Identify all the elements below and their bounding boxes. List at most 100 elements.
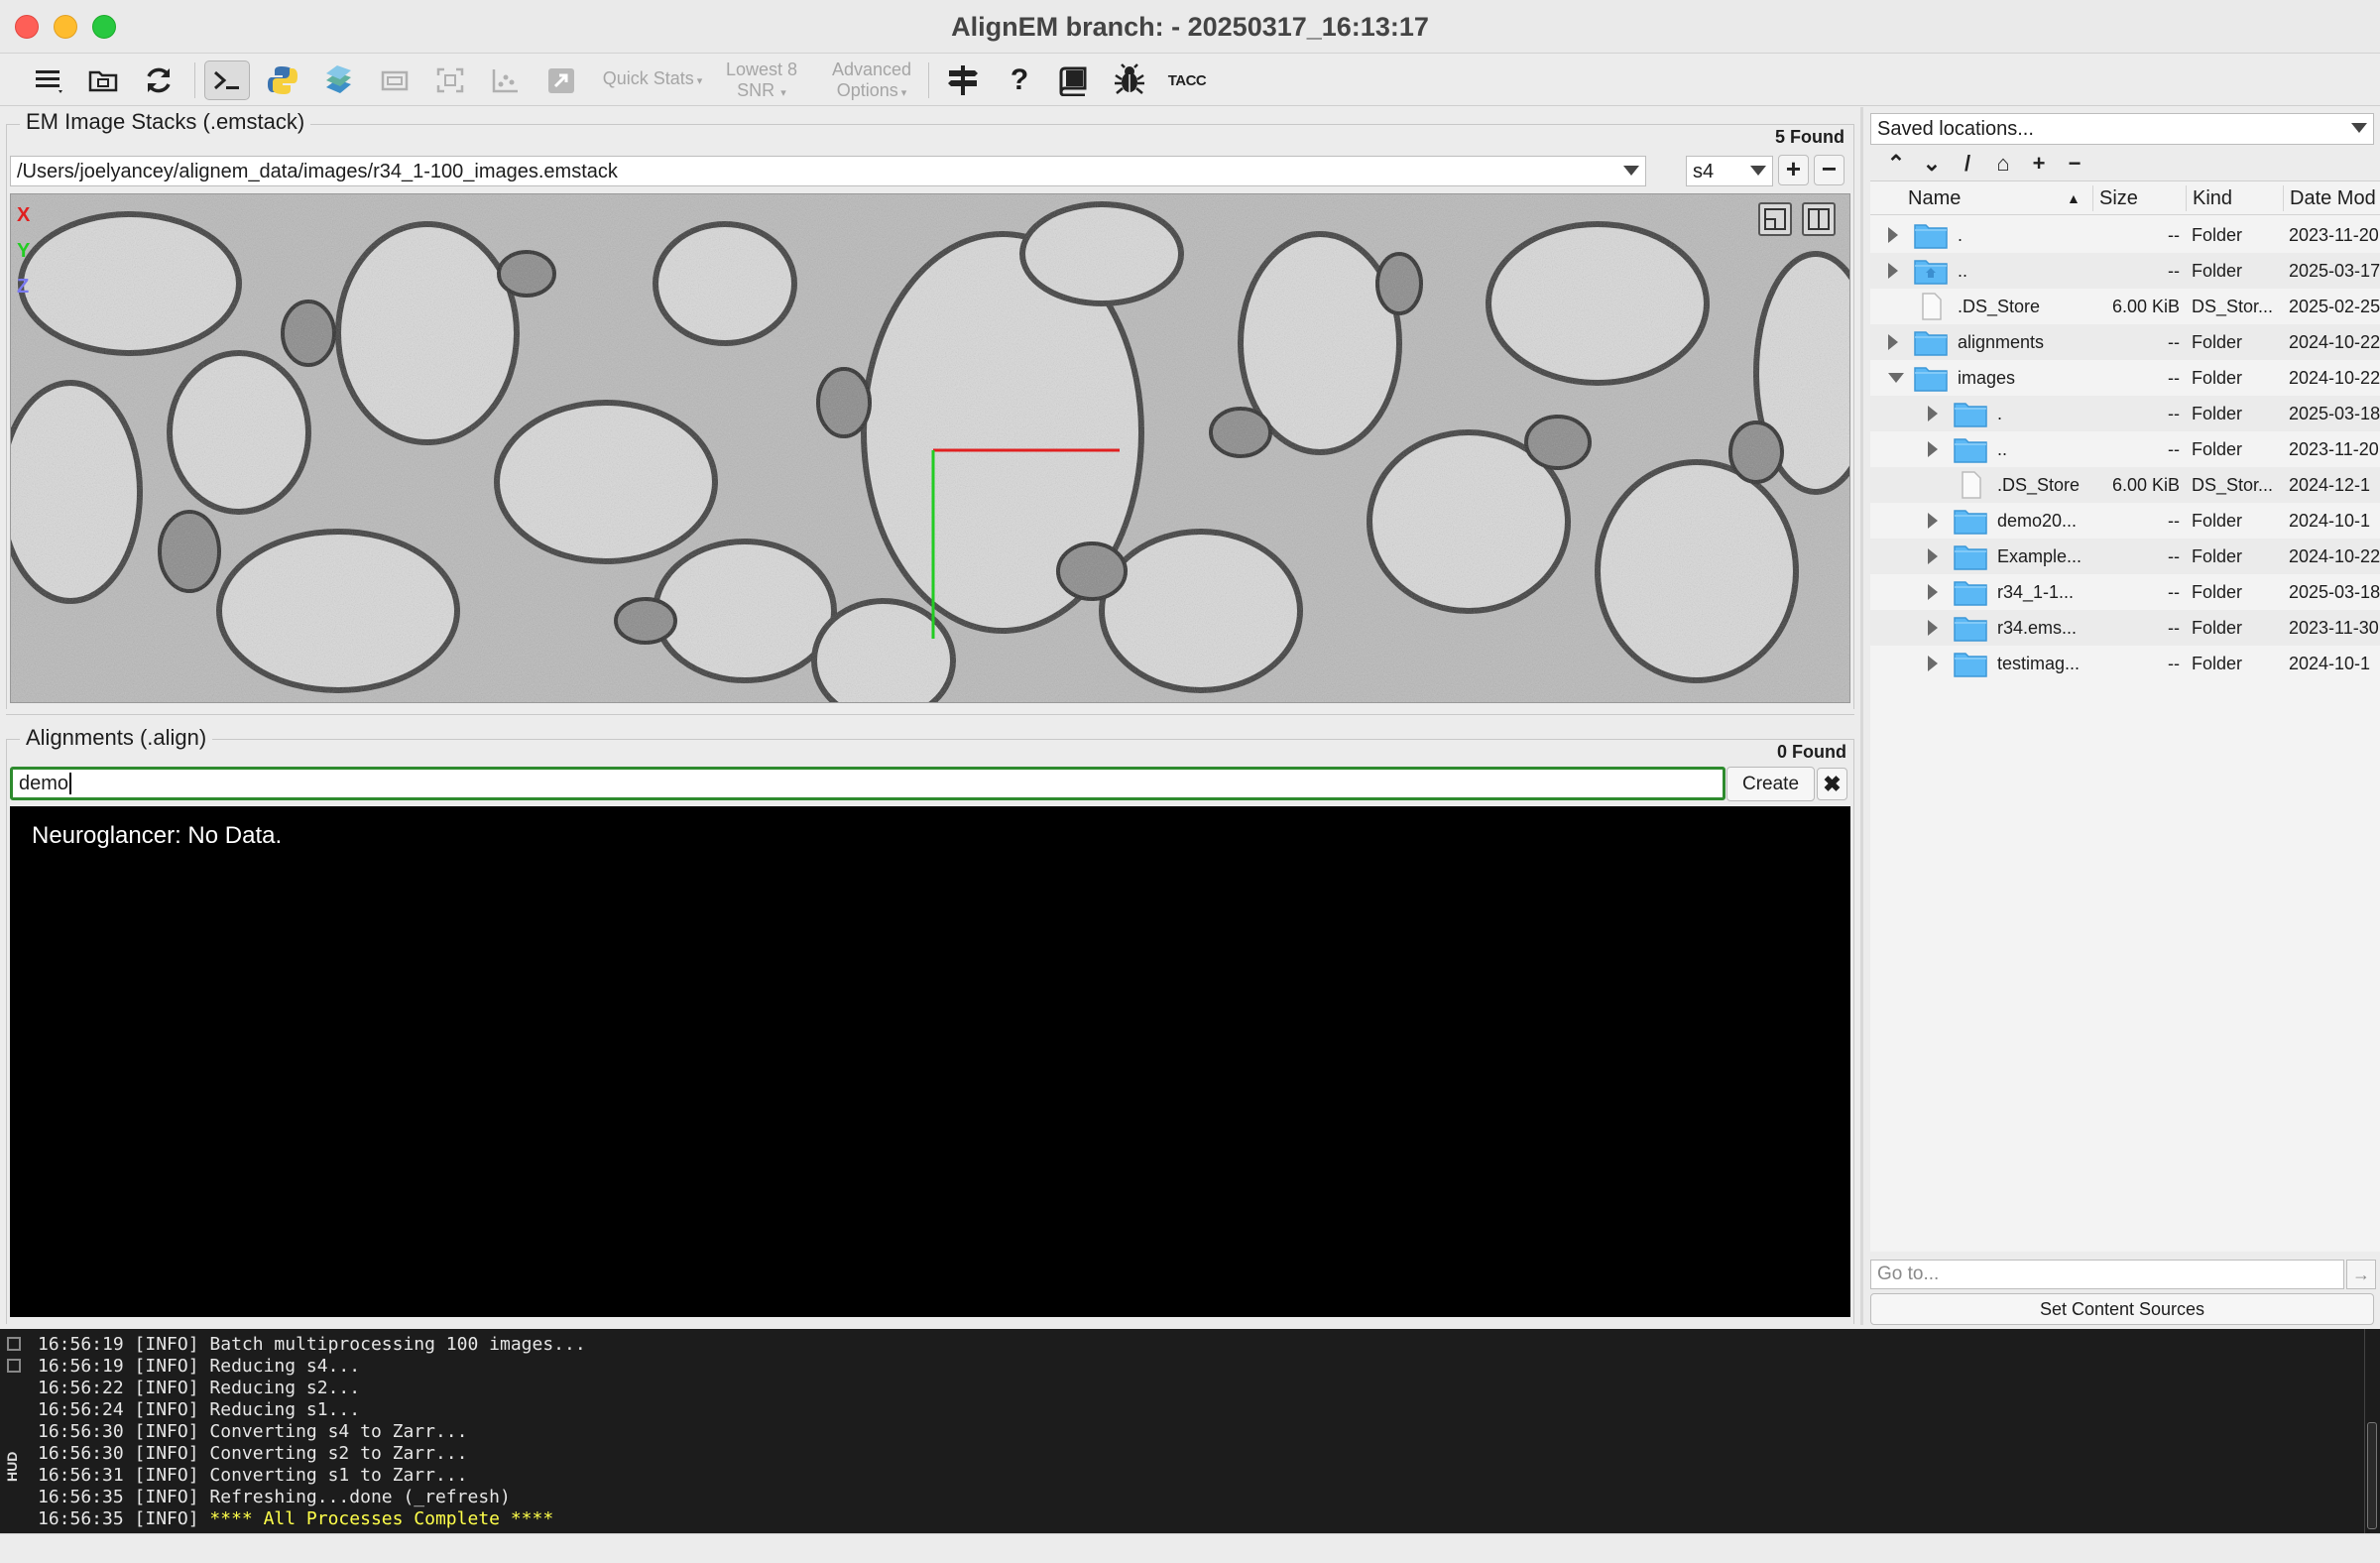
file-tree-row[interactable]: r34.ems... -- Folder 2023-11-30 [1870,610,2380,646]
column-size-header[interactable]: Size [2092,185,2186,211]
set-content-sources-button[interactable]: Set Content Sources [1870,1293,2374,1325]
log-console[interactable]: 16:56:19 [INFO] Batch multiprocessing 10… [30,1329,2364,1533]
remove-emstack-button[interactable]: − [1814,155,1844,185]
notebook-button[interactable] [317,60,359,100]
name-column-label: Name [1908,187,1962,209]
file-tree-row[interactable]: .DS_Store 6.00 KiB DS_Stor... 2025-02-25 [1870,289,2380,324]
collapsed-arrow-icon[interactable] [1888,227,1898,243]
log-message: Converting s4 to Zarr... [209,1421,468,1442]
file-name-cell: Example... [1997,546,2082,566]
nav-down-icon[interactable]: ⌄ [1914,149,1950,179]
file-kind-cell: Folder [2192,404,2243,423]
column-name-header[interactable]: Name ▲ [1870,185,2092,211]
collapsed-arrow-icon[interactable] [1888,334,1898,350]
fit-view-button[interactable] [430,60,470,100]
alignment-name-input[interactable]: demo [10,767,1726,800]
collapsed-arrow-icon[interactable] [1928,441,1938,457]
file-tree-row[interactable]: . -- Folder 2023-11-20 [1870,217,2380,253]
nav-up-icon[interactable]: ⌃ [1878,149,1914,179]
file-tree-row[interactable]: r34_1-1... -- Folder 2025-03-18 [1870,574,2380,610]
collapsed-arrow-icon[interactable] [1928,548,1938,564]
home-icon[interactable]: ⌂ [1985,149,2021,179]
clear-alignment-button[interactable]: ✖ [1817,768,1847,800]
folder-icon [1954,650,1987,677]
collapsed-arrow-icon[interactable] [1888,263,1898,279]
lowest8-snr-menu[interactable]: Lowest 8 SNR ▾ [710,60,813,104]
collapsed-arrow-icon[interactable] [1928,656,1938,671]
file-size-cell: -- [2168,404,2180,423]
em-micrograph [11,194,1849,702]
root-slash-icon[interactable]: / [1950,149,1985,179]
goto-arrow-button[interactable]: → [2346,1260,2376,1289]
toolbar-separator [194,62,195,98]
file-size-cell: 6.00 KiB [2111,297,2180,316]
file-tree[interactable]: Name ▲ Size Kind Date Mod . -- Folder 2023-1… [1870,180,2380,1252]
saved-locations-select[interactable]: Saved locations... [1870,113,2374,145]
neuroglancer-viewer[interactable]: Neuroglancer: No Data. [10,806,1850,1317]
splitter[interactable] [6,714,1854,715]
expand-button[interactable] [541,60,581,100]
plot-button[interactable] [486,60,526,100]
column-date-header[interactable]: Date Mod [2283,185,2380,211]
create-alignment-button[interactable]: Create [1726,767,1815,801]
docs-button[interactable] [1053,60,1095,100]
open-folder-button[interactable] [83,60,123,100]
file-tree-header: Name ▲ Size Kind Date Mod [1870,181,2380,215]
log-line: 16:56:22 [INFO] Reducing s2... [38,1378,2356,1399]
log-scrollbar-thumb[interactable] [2367,1422,2377,1529]
em-image-viewer[interactable]: X Y Z [10,193,1850,703]
collapsed-arrow-icon[interactable] [1928,406,1938,421]
collapsed-arrow-icon[interactable] [1928,513,1938,529]
vertical-splitter[interactable] [1860,107,1863,1325]
file-tree-row[interactable]: alignments -- Folder 2024-10-22 [1870,324,2380,360]
file-kind-cell: Folder [2192,439,2243,459]
goto-path-input[interactable]: Go to... [1870,1260,2344,1289]
snapshot-button[interactable] [375,60,415,100]
close-hud-icon[interactable] [7,1337,21,1351]
log-message: Converting s1 to Zarr... [209,1465,468,1486]
debug-button[interactable] [1109,60,1150,100]
signpost-button[interactable] [942,60,984,100]
file-size-cell: -- [2168,332,2180,352]
collapsed-arrow-icon[interactable] [1928,620,1938,636]
dropdown-caret-icon: ▾ [693,75,703,87]
python-button[interactable] [262,60,303,100]
emstack-path-select[interactable]: /Users/joelyancey/alignem_data/images/r3… [10,156,1646,186]
scale-level-select[interactable]: s4 [1686,156,1773,186]
remove-location-icon[interactable]: − [2057,149,2092,179]
add-emstack-button[interactable]: + [1778,155,1809,185]
terminal-button[interactable] [204,60,250,100]
log-message: Converting s2 to Zarr... [209,1443,468,1464]
refresh-button[interactable] [139,60,178,100]
collapsed-arrow-icon[interactable] [1928,584,1938,600]
log-scrollbar[interactable] [2364,1329,2380,1533]
layout-single-button[interactable] [1758,202,1792,236]
y-axis-label: Y [17,240,31,262]
log-line: 16:56:35 [INFO] Refreshing...done (_refr… [38,1487,2356,1508]
quick-stats-menu[interactable]: Quick Stats ▾ [601,68,704,92]
file-tree-row[interactable]: images -- Folder 2024-10-22 [1870,360,2380,396]
window-title: AlignEM branch: - 20250317_16:13:17 [951,12,1429,42]
layout-split-button[interactable] [1802,202,1836,236]
file-tree-row[interactable]: demo20... -- Folder 2024-10-1 [1870,503,2380,539]
menu-button[interactable] [28,60,71,100]
file-browser-panel: Saved locations... ⌃ ⌄ / ⌂ + − Name ▲ Siz… [1870,107,2380,1325]
file-tree-row[interactable]: . -- Folder 2025-03-18 [1870,396,2380,431]
column-kind-header[interactable]: Kind [2186,185,2283,211]
help-button[interactable]: ? [1000,60,1039,100]
hud-sidebar [0,1329,30,1533]
file-tree-row[interactable]: .DS_Store 6.00 KiB DS_Stor... 2024-12-1 [1870,467,2380,503]
file-tree-row[interactable]: .. -- Folder 2025-03-17 [1870,253,2380,289]
tacc-logo[interactable]: TACC [1164,60,1210,100]
file-tree-row[interactable]: Example... -- Folder 2024-10-22 [1870,539,2380,574]
file-kind-cell: Folder [2192,546,2243,566]
expanded-arrow-icon[interactable] [1888,373,1904,383]
x-axis-label: X [17,204,31,226]
file-kind-cell: Folder [2192,582,2243,602]
folder-open-icon [88,70,118,92]
float-hud-icon[interactable] [7,1359,21,1373]
file-tree-row[interactable]: testimag... -- Folder 2024-10-1 [1870,646,2380,681]
file-tree-row[interactable]: .. -- Folder 2023-11-20 [1870,431,2380,467]
add-location-icon[interactable]: + [2021,149,2057,179]
advanced-options-menu[interactable]: Advanced Options ▾ [819,60,924,104]
